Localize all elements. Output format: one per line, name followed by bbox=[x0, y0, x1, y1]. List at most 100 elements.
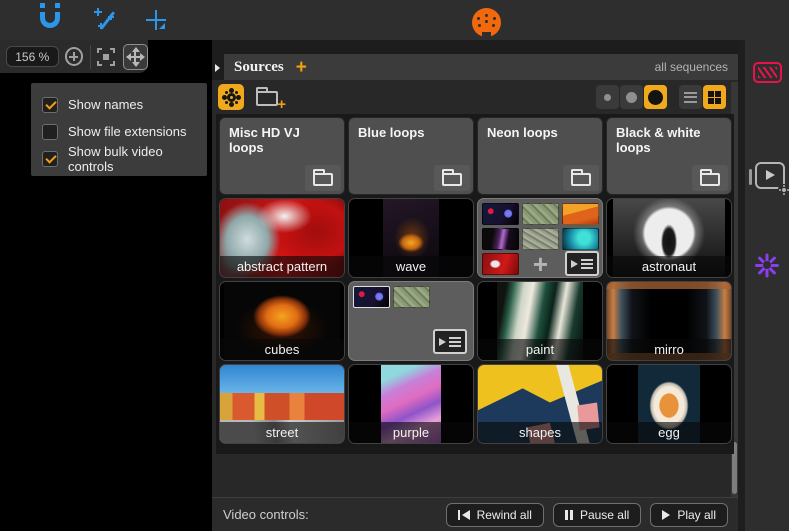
grid-icon bbox=[708, 91, 721, 104]
clip-name: shapes bbox=[478, 422, 602, 443]
mini-thumbnail[interactable] bbox=[393, 286, 430, 308]
mini-thumbnail[interactable] bbox=[482, 253, 519, 275]
checkbox-show-file-extensions[interactable] bbox=[42, 124, 58, 140]
zoom-in-button[interactable] bbox=[65, 47, 84, 66]
group-thumbnails: + bbox=[482, 203, 598, 275]
new-folder-button[interactable]: + bbox=[256, 87, 282, 107]
thumb-size-large-button[interactable] bbox=[644, 85, 667, 109]
sequence-group-tile[interactable]: + bbox=[477, 198, 603, 278]
queue-lines-glyph bbox=[449, 337, 461, 347]
checkbox-show-names[interactable] bbox=[42, 97, 58, 113]
folder-badge bbox=[563, 165, 599, 191]
rewind-all-button[interactable]: Rewind all bbox=[446, 503, 544, 527]
checkbox-show-bulk-video-controls[interactable] bbox=[42, 151, 58, 167]
add-to-group-button[interactable]: + bbox=[522, 253, 559, 275]
magnet-icon bbox=[40, 12, 60, 28]
mini-thumbnail[interactable] bbox=[482, 203, 519, 225]
midi-connector-icon[interactable] bbox=[472, 8, 501, 37]
bulk-video-controls-bar: Video controls: Rewind all Pause all Pla… bbox=[212, 497, 738, 531]
folder-icon bbox=[442, 173, 462, 186]
playlist-icon[interactable] bbox=[565, 251, 599, 276]
list-view-button[interactable] bbox=[679, 85, 702, 109]
right-sidebar bbox=[745, 40, 789, 531]
folder-tile[interactable]: Black & white loops bbox=[606, 117, 732, 195]
view-options bbox=[596, 85, 726, 109]
plus-icon: + bbox=[277, 96, 286, 113]
folder-icon bbox=[571, 173, 591, 186]
pan-tool-button[interactable] bbox=[123, 44, 148, 70]
mini-thumbnail[interactable] bbox=[562, 228, 599, 250]
settings-button[interactable] bbox=[218, 84, 244, 110]
sequence-group-tile[interactable] bbox=[348, 281, 474, 361]
magic-wand-icon[interactable] bbox=[94, 8, 120, 32]
display-options-popup: Show names Show file extensions Show bul… bbox=[31, 83, 207, 176]
mini-thumbnail[interactable] bbox=[353, 286, 390, 308]
panel-collapse-handle[interactable] bbox=[212, 54, 224, 80]
zoom-toolbar: 156 % bbox=[0, 40, 148, 73]
folder-tile[interactable]: Misc HD VJ loops bbox=[219, 117, 345, 195]
button-label: Play all bbox=[677, 508, 716, 522]
clip-name: mirro bbox=[607, 339, 731, 360]
playlist-icon[interactable] bbox=[433, 329, 467, 354]
mini-thumbnail[interactable] bbox=[562, 203, 599, 225]
folder-tile[interactable]: Neon loops bbox=[477, 117, 603, 195]
clip-tile-cubes[interactable]: cubes bbox=[219, 281, 345, 361]
option-show-file-extensions[interactable]: Show file extensions bbox=[42, 119, 207, 144]
small-dot-icon bbox=[604, 94, 611, 101]
rewind-icon bbox=[458, 510, 470, 520]
folder-tile[interactable]: Blue loops bbox=[348, 117, 474, 195]
folder-icon bbox=[256, 91, 278, 106]
add-source-button[interactable]: + bbox=[296, 58, 307, 77]
clip-tile-egg[interactable]: egg bbox=[606, 364, 732, 444]
thumb-size-small-button[interactable] bbox=[596, 85, 619, 109]
sparkle-center bbox=[763, 261, 771, 269]
clip-tile-astronaut[interactable]: astronaut bbox=[606, 198, 732, 278]
option-show-names[interactable]: Show names bbox=[42, 92, 207, 117]
list-icon bbox=[684, 92, 697, 103]
fit-center-dot bbox=[103, 54, 109, 60]
fit-to-screen-button[interactable] bbox=[97, 48, 115, 66]
thumb-size-medium-button[interactable] bbox=[620, 85, 643, 109]
clip-tile-shapes[interactable]: shapes bbox=[477, 364, 603, 444]
effects-sparkle-icon[interactable] bbox=[754, 252, 780, 278]
media-player-settings-icon[interactable] bbox=[749, 162, 787, 192]
pause-icon bbox=[565, 510, 573, 520]
output-disabled-icon[interactable] bbox=[753, 62, 782, 83]
arrow-up bbox=[132, 47, 140, 52]
play-all-button[interactable]: Play all bbox=[650, 503, 728, 527]
folder-icon bbox=[313, 173, 333, 186]
crosshair-add-icon[interactable] bbox=[144, 8, 170, 32]
mini-thumbnail[interactable] bbox=[522, 228, 559, 250]
option-show-bulk-video-controls[interactable]: Show bulk video controls bbox=[42, 146, 207, 171]
play-glyph bbox=[766, 170, 775, 180]
sequence-filter[interactable]: all sequences bbox=[655, 60, 728, 74]
play-glyph bbox=[439, 338, 446, 346]
pause-all-button[interactable]: Pause all bbox=[553, 503, 641, 527]
folder-badge bbox=[305, 165, 341, 191]
clip-tile-wave[interactable]: wave bbox=[348, 198, 474, 278]
mini-thumbnail[interactable] bbox=[522, 203, 559, 225]
clip-tile-street[interactable]: street bbox=[219, 364, 345, 444]
clip-tile-mirro[interactable]: mirro bbox=[606, 281, 732, 361]
clip-name: wave bbox=[349, 256, 473, 277]
folder-badge bbox=[434, 165, 470, 191]
sparkle-plus-icon bbox=[94, 8, 102, 16]
arrow-right bbox=[140, 53, 145, 61]
zoom-level-field[interactable]: 156 % bbox=[6, 46, 59, 67]
hatch-pattern bbox=[758, 67, 777, 78]
panel-divider[interactable] bbox=[738, 40, 745, 531]
mini-thumbnail[interactable] bbox=[482, 228, 519, 250]
crosshair-icon bbox=[146, 10, 166, 30]
panel-title: Sources bbox=[234, 59, 284, 76]
clip-tile-purple[interactable]: purple bbox=[348, 364, 474, 444]
grid-view-button[interactable] bbox=[703, 85, 726, 109]
clip-tile-paint[interactable]: paint bbox=[477, 281, 603, 361]
clip-tile-abstract-pattern[interactable]: abstract pattern bbox=[219, 198, 345, 278]
clip-name: astronaut bbox=[607, 256, 731, 277]
folder-name: Black & white loops bbox=[616, 125, 722, 156]
move-arrows-icon bbox=[127, 48, 144, 66]
magnet-snap-icon[interactable] bbox=[38, 8, 64, 32]
sources-toolbar: + bbox=[212, 82, 738, 112]
sparkle-plus-icon bbox=[108, 14, 114, 20]
sources-header: Sources + all sequences bbox=[224, 54, 738, 80]
